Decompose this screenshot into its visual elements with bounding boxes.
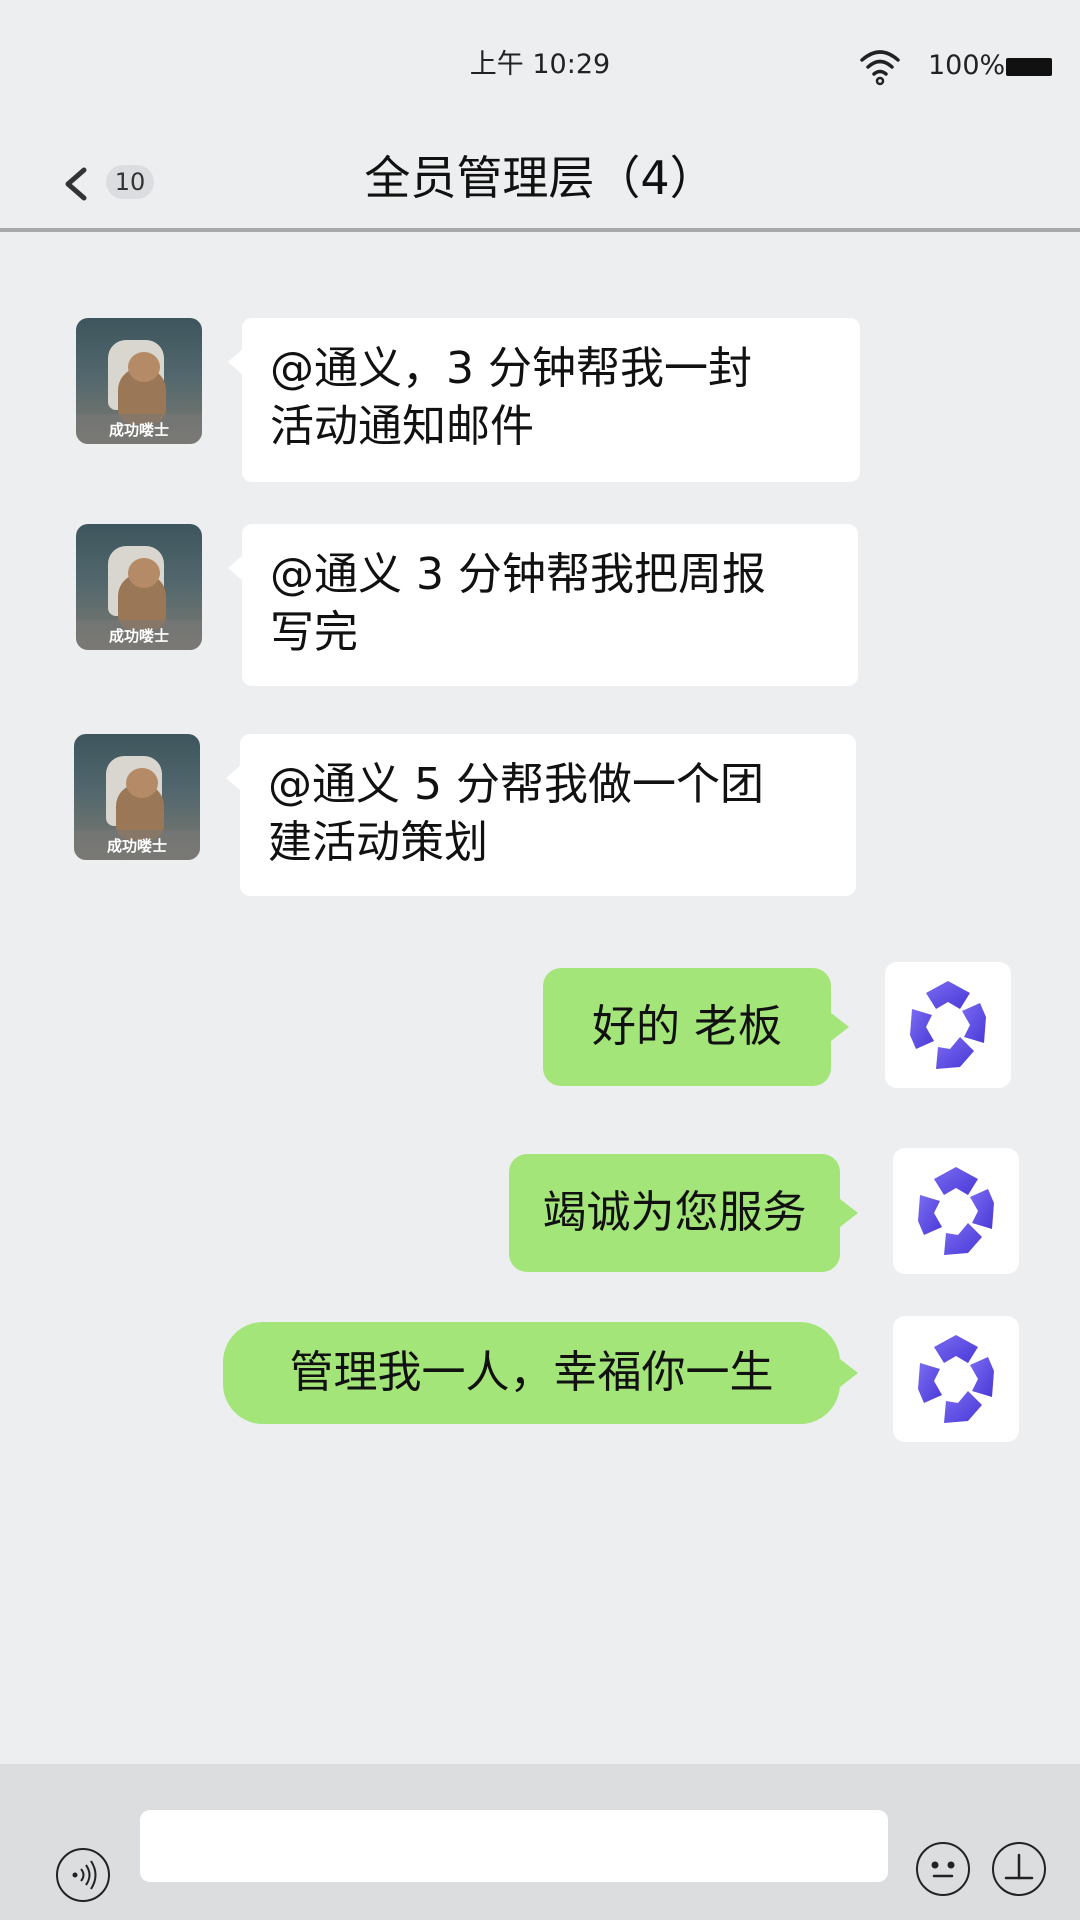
monkey-head-shape — [128, 558, 160, 588]
sender-avatar[interactable]: 成功喽士 — [76, 318, 202, 444]
message-line: 建活动策划 — [268, 817, 488, 868]
monkey-head-shape — [126, 768, 158, 798]
voice-icon — [72, 1860, 97, 1890]
message-line: @通义 3 分钟帮我把周报 — [270, 549, 766, 600]
message-text: 好的 老板 — [592, 1001, 782, 1052]
incoming-message-bubble[interactable]: @通义 3 分钟帮我把周报 写完 — [228, 524, 858, 686]
outgoing-message-bubble[interactable]: 管理我一人，幸福你一生 — [223, 1322, 858, 1424]
voice-button[interactable] — [56, 1848, 110, 1902]
message-line: 写完 — [270, 607, 358, 658]
emoji-icon — [931, 1861, 955, 1878]
emoji-button[interactable] — [916, 1842, 970, 1896]
plus-icon — [1004, 1853, 1034, 1880]
message-line: 活动通知邮件 — [270, 401, 534, 452]
outgoing-message-bubble[interactable]: 好的 老板 — [543, 968, 849, 1086]
message-text: 竭诚为您服务 — [542, 1187, 807, 1238]
avatar-caption: 成功喽士 — [106, 837, 167, 855]
avatar-caption: 成功喽士 — [108, 421, 169, 439]
chat-header: 10 全员管理层（4） — [0, 120, 1080, 232]
status-bar: 上午 10:29 100% — [0, 0, 1080, 120]
tongyi-logo-icon — [918, 1167, 994, 1255]
tongyi-avatar[interactable] — [885, 962, 1011, 1088]
chat-title: 全员管理层（4） — [364, 151, 716, 205]
tongyi-avatar[interactable] — [893, 1316, 1019, 1442]
message-line: @通义，3 分钟帮我一封 — [270, 343, 752, 394]
monkey-head-shape — [128, 352, 160, 382]
tongyi-avatar[interactable] — [893, 1148, 1019, 1274]
incoming-message-bubble[interactable]: @通义 5 分帮我做一个团 建活动策划 — [226, 734, 856, 896]
wifi-icon — [860, 50, 900, 86]
message-text: 管理我一人，幸福你一生 — [289, 1347, 774, 1398]
sender-avatar[interactable]: 成功喽士 — [74, 734, 200, 860]
input-bar — [0, 1764, 1080, 1920]
tongyi-logo-icon — [910, 981, 986, 1069]
battery-percentage: 100% — [928, 50, 1006, 81]
message-input[interactable] — [140, 1810, 888, 1882]
message-line: @通义 5 分帮我做一个团 — [268, 759, 764, 810]
tongyi-logo-icon — [918, 1335, 994, 1423]
battery-icon — [1006, 58, 1052, 76]
outgoing-message-bubble[interactable]: 竭诚为您服务 — [509, 1154, 858, 1272]
sender-avatar[interactable]: 成功喽士 — [76, 524, 202, 650]
plus-button[interactable] — [992, 1842, 1046, 1896]
avatar-caption: 成功喽士 — [108, 627, 169, 645]
incoming-message-bubble[interactable]: @通义，3 分钟帮我一封 活动通知邮件 — [228, 318, 860, 482]
status-time: 上午 10:29 — [469, 49, 611, 80]
